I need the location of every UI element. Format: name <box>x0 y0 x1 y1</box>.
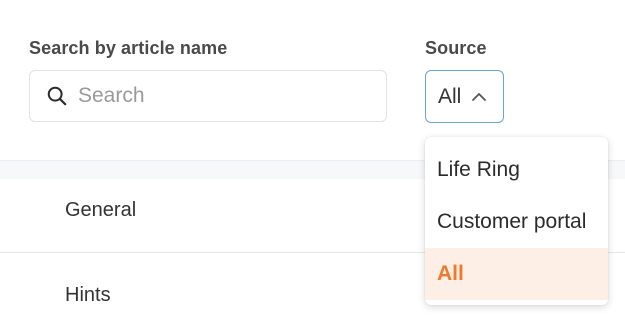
list-item-label: General <box>65 199 137 221</box>
list-item-label: Hints <box>65 284 111 306</box>
search-field[interactable] <box>29 70 387 122</box>
chevron-up-icon <box>472 92 487 101</box>
source-selected-value: All <box>438 84 462 108</box>
search-icon <box>47 86 67 106</box>
source-label: Source <box>425 38 487 58</box>
source-dropdown-menu: Life Ring Customer portal All <box>425 137 608 305</box>
article-filter-panel: Search by article name Source All Genera… <box>0 0 625 331</box>
source-option-customer-portal[interactable]: Customer portal <box>425 196 608 248</box>
source-select[interactable]: All <box>425 70 504 123</box>
source-option-life-ring[interactable]: Life Ring <box>425 144 608 196</box>
search-label: Search by article name <box>29 38 228 58</box>
search-input[interactable] <box>78 84 358 108</box>
source-option-all[interactable]: All <box>425 248 608 300</box>
